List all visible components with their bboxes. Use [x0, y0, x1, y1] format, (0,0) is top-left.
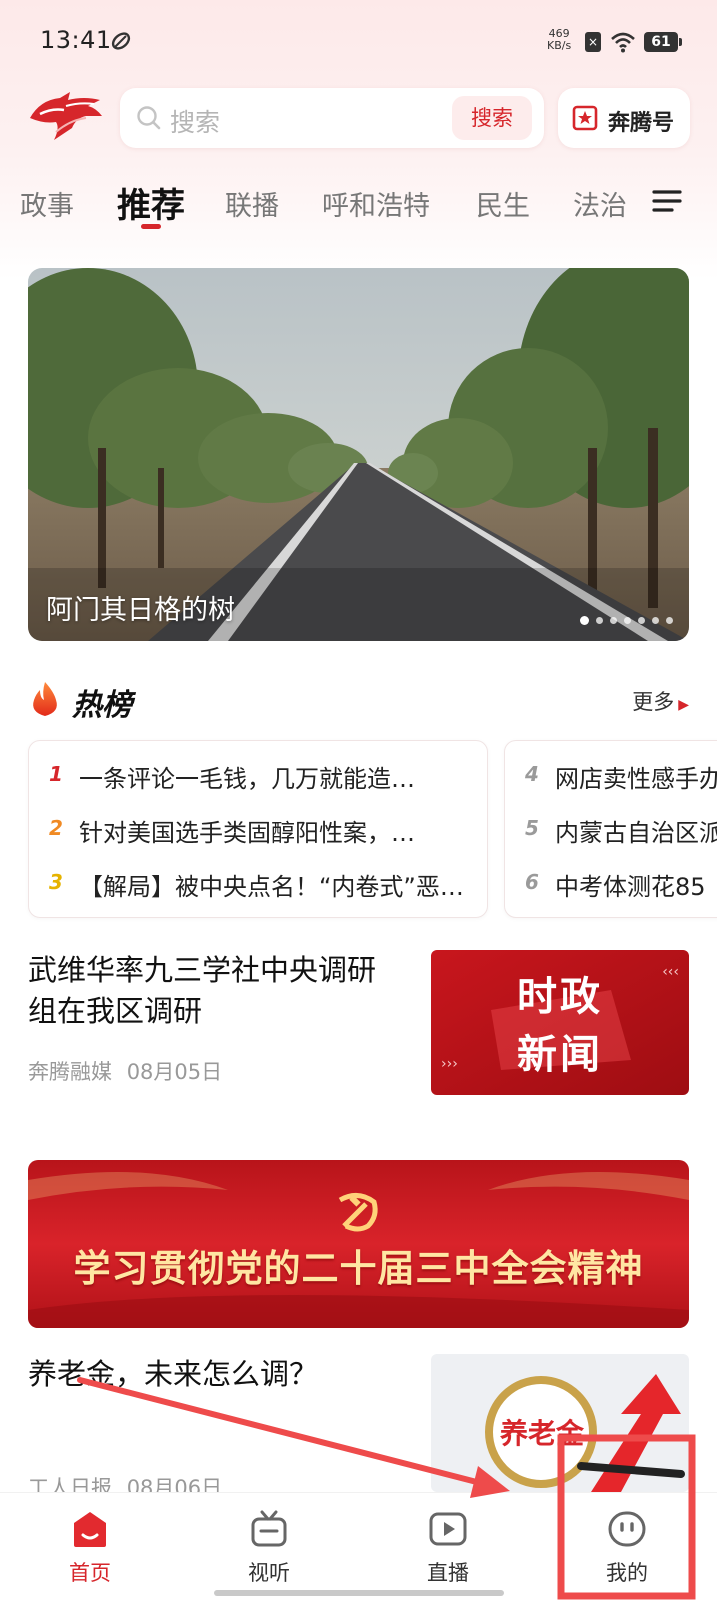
nav-audio-video-label: 视听 [248, 1561, 290, 1585]
tv-icon [251, 1510, 287, 1547]
banner-image-road [28, 268, 689, 641]
home-icon [74, 1512, 106, 1547]
banner-dot [652, 617, 659, 624]
banner-dot [638, 617, 645, 624]
article-thumbnail: ‹‹‹ ››› 时政 新闻 [431, 950, 689, 1095]
article-thumbnail: 养老金 [431, 1354, 689, 1492]
news-article[interactable]: 武维华率九三学社中央调研组在我区调研 奔腾融媒 08月05日 ‹‹‹ ››› 时… [28, 950, 689, 1095]
hot-rank: 3 [49, 870, 63, 894]
article-meta: 奔腾融媒 08月05日 [28, 1056, 222, 1086]
hot-item-text: 内蒙古自治区派 [555, 819, 717, 847]
banner-dot [666, 617, 673, 624]
party-study-banner[interactable]: 学习贯彻党的二十届三中全会精神 [28, 1160, 689, 1328]
nav-profile-label: 我的 [606, 1561, 648, 1585]
battery-indicator: 61 [644, 32, 682, 52]
banner-dot [580, 616, 589, 625]
hot-rank: 1 [49, 762, 63, 786]
hot-item-text: 一条评论一毛钱，几万就能造… [79, 765, 415, 793]
live-play-icon [429, 1512, 467, 1546]
hot-item-text: 【解局】被中央点名！“内卷式”恶… [79, 873, 464, 901]
article-source: 奔腾融媒 [28, 1060, 112, 1084]
category-tabs: 政事 推荐 联播 呼和浩特 民生 法治 [0, 178, 717, 232]
tab-recommended[interactable]: 推荐 [117, 178, 185, 227]
leaf-icon [111, 32, 131, 50]
benteng-account-button[interactable]: 奔腾号 [558, 88, 690, 148]
more-arrow-icon: ▶ [678, 697, 689, 713]
hot-more-label: 更多 [632, 690, 675, 714]
banner-dot [596, 617, 603, 624]
banner-dot [624, 617, 631, 624]
party-banner-text: 学习贯彻党的二十届三中全会精神 [73, 1246, 644, 1290]
hot-list-card: 1 一条评论一毛钱，几万就能造… 2 针对美国选手类固醇阳性案，… 3 【解局】被中央… [28, 740, 488, 918]
no-sim-icon: × [585, 32, 601, 52]
article-title: 养老金，未来怎么调？ [28, 1357, 319, 1391]
hot-list-header: 热榜 更多 ▶ [28, 676, 689, 724]
banner-caption: 阿门其日格的树 [46, 595, 235, 626]
hot-item-text: 针对美国选手类固醇阳性案，… [79, 819, 415, 847]
thumb-text-line2: 新闻 [517, 1031, 603, 1078]
wifi-icon [611, 32, 635, 53]
nav-live-label: 直播 [427, 1561, 469, 1585]
search-input[interactable]: 搜索 [170, 103, 220, 139]
banner-dot [610, 617, 617, 624]
nav-home[interactable]: 首页 [30, 1493, 150, 1600]
flame-icon [33, 682, 57, 716]
tab-broadcast[interactable]: 联播 [225, 184, 279, 223]
nav-live[interactable]: 直播 [388, 1493, 508, 1600]
hot-item[interactable]: 6 中考体测花85 [525, 867, 717, 907]
tab-livelihood[interactable]: 民生 [476, 184, 530, 223]
banner-pagination [580, 616, 673, 625]
tab-hohhot[interactable]: 呼和浩特 [322, 184, 430, 223]
nav-home-label: 首页 [69, 1561, 111, 1585]
thumb-text-line1: 时政 [517, 973, 603, 1020]
news-article[interactable]: 养老金，未来怎么调？ 工人日报 08月06日 养老金 [28, 1354, 689, 1500]
nav-audio-video[interactable]: 视听 [209, 1493, 329, 1600]
network-speed-unit: KB/s [547, 39, 572, 52]
hot-list-card: 4 网店卖性感手办 5 内蒙古自治区派 6 中考体测花85 [504, 740, 717, 918]
status-bar: 13:41 469 KB/s × 61 [0, 0, 717, 84]
nav-profile[interactable]: 我的 [567, 1493, 687, 1600]
hot-list-title: 热榜 [72, 688, 132, 723]
hot-rank: 5 [525, 816, 539, 840]
tab-politics[interactable]: 政事 [20, 184, 74, 223]
tab-law[interactable]: 法治 [573, 184, 627, 223]
bottom-navigation: 首页 视听 直播 我的 [0, 1492, 717, 1600]
hot-item[interactable]: 4 网店卖性感手办 [525, 759, 717, 799]
thumb-text: 养老金 [499, 1417, 584, 1450]
search-button[interactable]: 搜索 [452, 96, 532, 140]
channel-menu-icon[interactable] [652, 186, 682, 216]
star-bookmark-icon [572, 105, 598, 131]
search-icon [137, 106, 161, 130]
hot-rank: 2 [49, 816, 63, 840]
benteng-label: 奔腾号 [608, 111, 675, 136]
article-title: 武维华率九三学社中央调研组在我区调研 [28, 953, 377, 1028]
hot-rank: 6 [525, 870, 539, 894]
network-speed: 469 KB/s [547, 28, 571, 52]
hot-item-text: 网店卖性感手办 [555, 765, 717, 793]
hot-item[interactable]: 2 针对美国选手类固醇阳性案，… [49, 813, 475, 853]
status-time: 13:41 [40, 26, 112, 54]
profile-face-icon [608, 1511, 646, 1547]
article-date: 08月05日 [126, 1060, 223, 1084]
app-logo-icon [30, 92, 102, 140]
home-indicator [214, 1590, 504, 1596]
hot-item[interactable]: 5 内蒙古自治区派 [525, 813, 717, 853]
hot-item[interactable]: 3 【解局】被中央点名！“内卷式”恶… [49, 867, 475, 907]
hot-item-text: 中考体测花85 [555, 873, 706, 901]
featured-banner[interactable]: 阿门其日格的树 [28, 268, 689, 641]
search-bar[interactable]: 搜索 搜索 [120, 88, 544, 148]
hot-item[interactable]: 1 一条评论一毛钱，几万就能造… [49, 759, 475, 799]
active-tab-indicator [141, 224, 161, 229]
hot-more-link[interactable]: 更多 ▶ [632, 686, 689, 716]
hot-rank: 4 [525, 762, 539, 786]
